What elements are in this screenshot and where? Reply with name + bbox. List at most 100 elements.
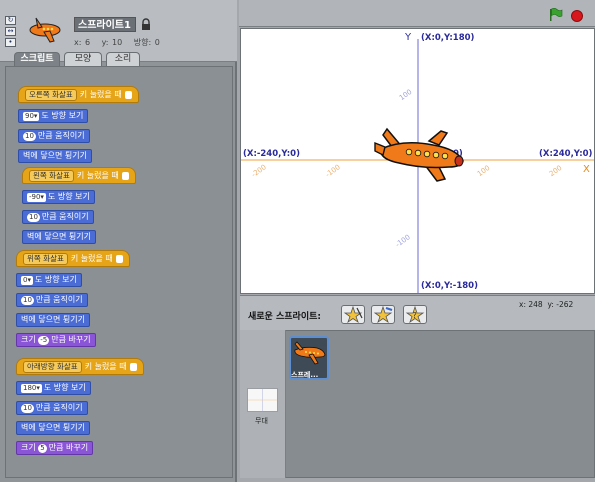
new-sprite-label: 새로운 스프라이트: <box>248 312 321 322</box>
tab-sounds[interactable]: 소리 <box>106 52 140 66</box>
coord-right: (X:240,Y:0) <box>539 149 593 159</box>
direction-input[interactable]: 90▾ <box>23 112 40 121</box>
random-sprite-button[interactable]: ? <box>403 305 427 324</box>
size-input[interactable]: -5 <box>38 336 50 345</box>
steps-input[interactable]: 10 <box>21 404 34 413</box>
block-text: 만큼 바꾸기 <box>51 335 91 344</box>
stage-thumb-axes <box>248 389 277 411</box>
point-direction-block[interactable]: -90▾ 도 방향 보기 <box>22 190 95 204</box>
script-left-arrow[interactable]: 왼쪽 화살표 키 눌렀을 때 -90▾ 도 방향 보기 10 만큼 움직이기 벽에 닿… <box>22 163 136 244</box>
sprite-x: x: 6 <box>74 38 91 47</box>
bounce-block[interactable]: 벽에 닿으면 튕기기 <box>16 421 90 435</box>
sprite-direction: 방향: 0 <box>133 38 160 47</box>
block-text: 만큼 바꾸기 <box>48 443 89 452</box>
move-block[interactable]: 10 만큼 움직이기 <box>22 210 94 224</box>
block-text: 만큼 움직이기 <box>41 212 89 221</box>
key-dropdown[interactable]: 오른쪽 화살표 <box>25 89 77 101</box>
hat-text: 키 눌렀을 때 <box>76 171 119 180</box>
key-icon <box>124 90 132 99</box>
stage-label: 무대 <box>255 417 268 425</box>
paint-sprite-button[interactable] <box>341 305 365 324</box>
point-direction-block[interactable]: 90▾ 도 방향 보기 <box>18 109 89 123</box>
lock-icon[interactable] <box>141 18 151 31</box>
key-dropdown[interactable]: 위쪽 화살표 <box>23 253 68 265</box>
mouse-y: y: -262 <box>547 300 574 309</box>
bounce-block[interactable]: 벽에 닿으면 튕기기 <box>18 149 92 163</box>
key-icon <box>121 171 129 180</box>
flip-lr-icon[interactable]: ↔ <box>5 27 16 36</box>
question-star-icon: ? <box>405 305 425 324</box>
hat-text: 키 눌렀을 때 <box>84 362 127 371</box>
scratch-window: ↻ ↔ • 스프라이트1 x: 6 y: 10 방향: 0 스크립트 모양 소리… <box>0 0 595 482</box>
bounce-block[interactable]: 벽에 닿으면 튕기기 <box>16 313 90 327</box>
y-axis-letter: Y <box>405 32 412 43</box>
block-text: 만큼 움직이기 <box>35 403 83 412</box>
point-direction-block[interactable]: 180▾ 도 방향 보기 <box>16 381 91 395</box>
change-size-block[interactable]: 크기 5 만큼 바꾸기 <box>16 441 94 455</box>
stage-thumbnail[interactable] <box>247 388 278 412</box>
block-prefix: 크기 <box>21 335 36 344</box>
block-text: 벽에 닿으면 튕기기 <box>23 151 87 160</box>
paint-star-icon <box>343 305 363 324</box>
block-text: 도 방향 보기 <box>43 383 86 392</box>
sprite-card-label: 스프레... <box>291 371 319 379</box>
steps-input[interactable]: 10 <box>27 213 40 222</box>
left-panel: ↻ ↔ • 스프라이트1 x: 6 y: 10 방향: 0 스크립트 모양 소리… <box>0 0 237 482</box>
move-block[interactable]: 10 만큼 움직이기 <box>18 129 90 143</box>
hat-block[interactable]: 위쪽 화살표 키 눌렀을 때 <box>16 250 130 267</box>
hat-block[interactable]: 왼쪽 화살표 키 눌렀을 때 <box>22 167 136 184</box>
move-block[interactable]: 10 만큼 움직이기 <box>16 401 88 415</box>
green-flag-icon[interactable] <box>549 8 563 21</box>
key-icon <box>129 362 137 371</box>
direction-input[interactable]: 0▾ <box>21 276 33 285</box>
size-input[interactable]: 5 <box>38 444 47 453</box>
block-text: 도 방향 보기 <box>47 192 90 201</box>
script-down-arrow[interactable]: 아래방향 화살표 키 눌렀을 때 180▾ 도 방향 보기 10 만큼 움직이기 벽에… <box>16 354 144 455</box>
key-dropdown[interactable]: 왼쪽 화살표 <box>29 170 74 182</box>
block-text: 도 방향 보기 <box>34 275 77 284</box>
sprite-info: x: 6 y: 10 방향: 0 <box>74 37 168 48</box>
block-text: 벽에 닿으면 튕기기 <box>27 232 91 241</box>
stage[interactable]: Y X (X:0,Y:180) (X:0,Y:-180) (X:-240,Y:0… <box>240 28 595 294</box>
sprite-name-field[interactable]: 스프라이트1 <box>74 17 136 32</box>
move-block[interactable]: 10 만큼 움직이기 <box>16 293 88 307</box>
block-text: 도 방향 보기 <box>41 111 84 120</box>
folder-star-icon <box>373 305 393 324</box>
tab-costumes[interactable]: 모양 <box>64 52 102 66</box>
direction-input[interactable]: 180▾ <box>21 384 42 393</box>
stop-icon[interactable] <box>571 10 583 22</box>
hat-text: 키 눌렀을 때 <box>79 90 122 99</box>
stage-toolbar <box>239 0 595 27</box>
change-size-block[interactable]: 크기 -5 만큼 바꾸기 <box>16 333 96 347</box>
hat-block[interactable]: 아래방향 화살표 키 눌렀을 때 <box>16 358 144 375</box>
rotate-all-icon[interactable]: ↻ <box>5 16 16 25</box>
direction-input[interactable]: -90▾ <box>27 193 46 202</box>
sprite-card-thumb <box>294 341 326 365</box>
key-dropdown[interactable]: 아래방향 화살표 <box>23 361 82 373</box>
point-direction-block[interactable]: 0▾ 도 방향 보기 <box>16 273 82 287</box>
block-text: 만큼 움직이기 <box>35 295 83 304</box>
steps-input[interactable]: 10 <box>21 296 34 305</box>
script-right-arrow[interactable]: 오른쪽 화살표 키 눌렀을 때 90▾ 도 방향 보기 10 만큼 움직이기 벽에 닿… <box>18 82 139 163</box>
choose-sprite-button[interactable] <box>371 305 395 324</box>
x-axis-letter: X <box>583 164 590 175</box>
bounce-block[interactable]: 벽에 닿으면 튕기기 <box>22 230 96 244</box>
coord-top: (X:0,Y:180) <box>421 33 475 43</box>
coord-bottom: (X:0,Y:-180) <box>421 281 478 291</box>
sprite-y: y: 10 <box>101 38 123 47</box>
block-text: 만큼 움직이기 <box>37 131 85 140</box>
tab-scripts[interactable]: 스크립트 <box>14 52 60 66</box>
script-up-arrow[interactable]: 위쪽 화살표 키 눌렀을 때 0▾ 도 방향 보기 10 만큼 움직이기 벽에 닿으면… <box>16 246 130 347</box>
block-prefix: 크기 <box>21 443 36 452</box>
mouse-x: x: 248 <box>519 300 543 309</box>
airplane-sprite[interactable] <box>373 121 469 187</box>
steps-input[interactable]: 10 <box>23 132 36 141</box>
coord-left: (X:-240,Y:0) <box>243 149 300 159</box>
rotation-style-buttons: ↻ ↔ • <box>5 16 17 49</box>
key-icon <box>115 254 123 263</box>
no-rotate-icon[interactable]: • <box>5 38 16 47</box>
block-text: 벽에 닿으면 튕기기 <box>21 315 85 324</box>
block-text: 벽에 닿으면 튕기기 <box>21 423 85 432</box>
sprite-thumbnail <box>29 17 61 43</box>
hat-block[interactable]: 오른쪽 화살표 키 눌렀을 때 <box>18 86 139 103</box>
